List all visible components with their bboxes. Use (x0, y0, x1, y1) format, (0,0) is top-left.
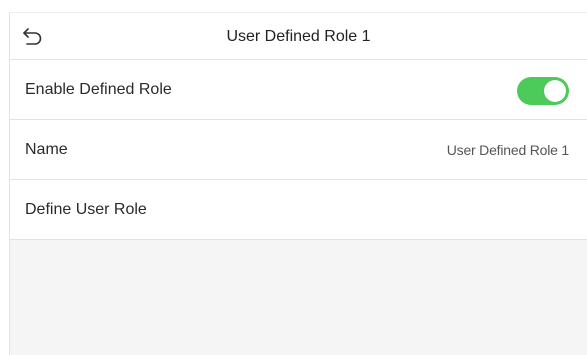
row-label-enable-defined-role: Enable Defined Role (25, 81, 172, 98)
row-label-name: Name (25, 141, 68, 158)
row-define-user-role[interactable]: Define User Role (10, 180, 587, 240)
device-screen: User Defined Role 1 Enable Defined Role … (9, 12, 587, 355)
page-title: User Defined Role 1 (226, 28, 371, 45)
enable-defined-role-toggle[interactable] (517, 77, 569, 105)
row-value-name: User Defined Role 1 (446, 142, 569, 158)
header-bar: User Defined Role 1 (10, 13, 587, 60)
row-label-define-user-role: Define User Role (25, 201, 147, 218)
row-name[interactable]: Name User Defined Role 1 (10, 120, 587, 180)
row-enable-defined-role[interactable]: Enable Defined Role (10, 60, 587, 120)
toggle-knob (544, 80, 566, 102)
